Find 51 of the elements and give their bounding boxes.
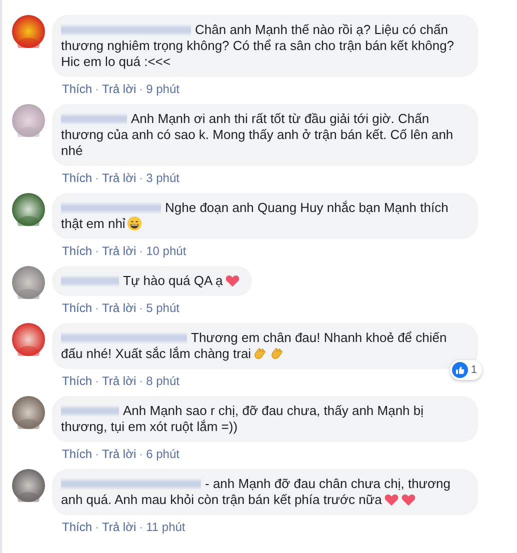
separator-dot: · (95, 82, 100, 96)
like-link[interactable]: Thích (62, 171, 92, 185)
like-link[interactable]: Thích (62, 82, 92, 96)
separator-dot: · (95, 374, 100, 388)
avatar[interactable] (12, 323, 45, 356)
heart-emoji-icon (224, 273, 240, 288)
avatar[interactable] (12, 396, 45, 429)
avatar[interactable] (12, 469, 45, 502)
reply-link[interactable]: Trả lời (102, 374, 136, 388)
comment-time[interactable]: 3 phút (146, 171, 180, 185)
grinning-emoji-icon (127, 216, 142, 231)
separator-dot: · (139, 447, 144, 461)
avatar[interactable] (12, 266, 45, 299)
avatar[interactable] (12, 193, 45, 226)
reply-link[interactable]: Trả lời (102, 171, 136, 185)
comment-time[interactable]: 6 phút (146, 447, 180, 461)
comment-time[interactable]: 10 phút (146, 244, 186, 258)
reply-link[interactable]: Trả lời (102, 244, 136, 258)
like-link[interactable]: Thích (62, 301, 92, 315)
separator-dot: · (139, 374, 144, 388)
comment-time[interactable]: 9 phút (146, 82, 180, 96)
separator-dot: · (95, 244, 100, 258)
separator-dot: · (95, 301, 100, 315)
separator-dot: · (139, 301, 144, 315)
separator-dot: · (139, 244, 144, 258)
separator-dot: · (95, 171, 100, 185)
comment-time[interactable]: 5 phút (146, 301, 180, 315)
heart-emoji-icon (384, 492, 399, 507)
like-link[interactable]: Thích (62, 244, 92, 258)
clapping-hands-icon (270, 346, 286, 361)
comment-time[interactable]: 8 phút (146, 374, 180, 388)
like-icon (452, 362, 468, 378)
reply-link[interactable]: Trả lời (102, 82, 136, 96)
like-link[interactable]: Thích (62, 520, 92, 534)
avatar[interactable] (12, 15, 45, 48)
reaction-count: 1 (470, 364, 477, 376)
separator-dot: · (139, 171, 144, 185)
separator-dot: · (95, 520, 100, 534)
comment-text: Tự hào quá QA ạ (61, 273, 223, 288)
separator-dot: · (95, 447, 100, 461)
like-link[interactable]: Thích (62, 374, 92, 388)
separator-dot: · (139, 520, 144, 534)
comment-time[interactable]: 11 phút (146, 520, 186, 534)
heart-emoji-icon (400, 492, 416, 507)
reply-link[interactable]: Trả lời (102, 520, 136, 534)
like-link[interactable]: Thích (62, 447, 92, 461)
clapping-hands-icon (253, 346, 268, 361)
reply-link[interactable]: Trả lời (102, 447, 136, 461)
reply-link[interactable]: Trả lời (102, 301, 136, 315)
separator-dot: · (139, 82, 144, 96)
reaction-badge[interactable]: 1 (450, 360, 482, 380)
